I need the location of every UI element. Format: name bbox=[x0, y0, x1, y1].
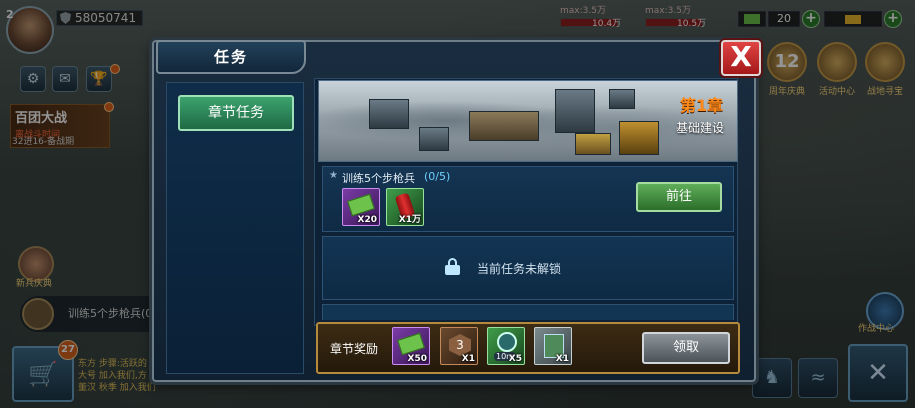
medal-3-icon: 3 bbox=[449, 334, 471, 356]
next-task-row bbox=[322, 304, 734, 320]
cash-stack-icon bbox=[397, 332, 425, 356]
task-title: 训练5个步枪兵 bbox=[342, 172, 415, 185]
building-art bbox=[575, 133, 611, 155]
chapter-name: 基础建设 bbox=[676, 121, 725, 135]
claim-button[interactable]: 领取 bbox=[642, 332, 730, 364]
locked-task-text: 当前任务未解锁 bbox=[477, 262, 562, 276]
reward-qty: X1 bbox=[461, 354, 475, 364]
chapter-reward-item[interactable]: X1 bbox=[534, 327, 572, 365]
chapter-number: 第1章 bbox=[680, 96, 724, 115]
tab-chapter-tasks[interactable]: 章节任务 bbox=[178, 95, 294, 131]
reward-qty: X50 bbox=[407, 354, 427, 364]
chapter-reward-item[interactable]: X50 bbox=[392, 327, 430, 365]
building-art bbox=[369, 99, 409, 129]
task-reward-item[interactable]: X20 bbox=[342, 188, 380, 226]
reward-qty: X1万 bbox=[398, 215, 421, 225]
star-icon: ★ bbox=[329, 170, 338, 181]
chapter-banner bbox=[318, 80, 738, 162]
go-button[interactable]: 前往 bbox=[636, 182, 722, 212]
chapter-reward-label: 章节奖励 bbox=[330, 342, 379, 356]
building-art bbox=[419, 127, 449, 151]
close-button[interactable]: X bbox=[721, 40, 761, 76]
game-screen: 2 58050741 max:3.5万 10.4万 max:3.5万 10.5万… bbox=[0, 0, 915, 408]
task-progress: (0/5) bbox=[424, 170, 451, 183]
task-reward-item[interactable]: X1万 bbox=[386, 188, 424, 226]
cash-icon bbox=[347, 193, 375, 217]
building-art bbox=[619, 121, 659, 155]
building-art bbox=[555, 89, 595, 133]
reward-qty: X20 bbox=[357, 215, 377, 225]
building-art bbox=[609, 89, 635, 109]
panel-title: 任务 bbox=[156, 40, 306, 74]
chapter-reward-item[interactable]: 10m X5 bbox=[487, 327, 525, 365]
speedup-10m-icon bbox=[497, 332, 517, 352]
building-art bbox=[469, 111, 539, 141]
reward-qty: X5 bbox=[508, 354, 522, 364]
lock-icon bbox=[445, 258, 460, 275]
chapter-reward-item[interactable]: 3 X1 bbox=[440, 327, 478, 365]
reward-qty: X1 bbox=[555, 354, 569, 364]
